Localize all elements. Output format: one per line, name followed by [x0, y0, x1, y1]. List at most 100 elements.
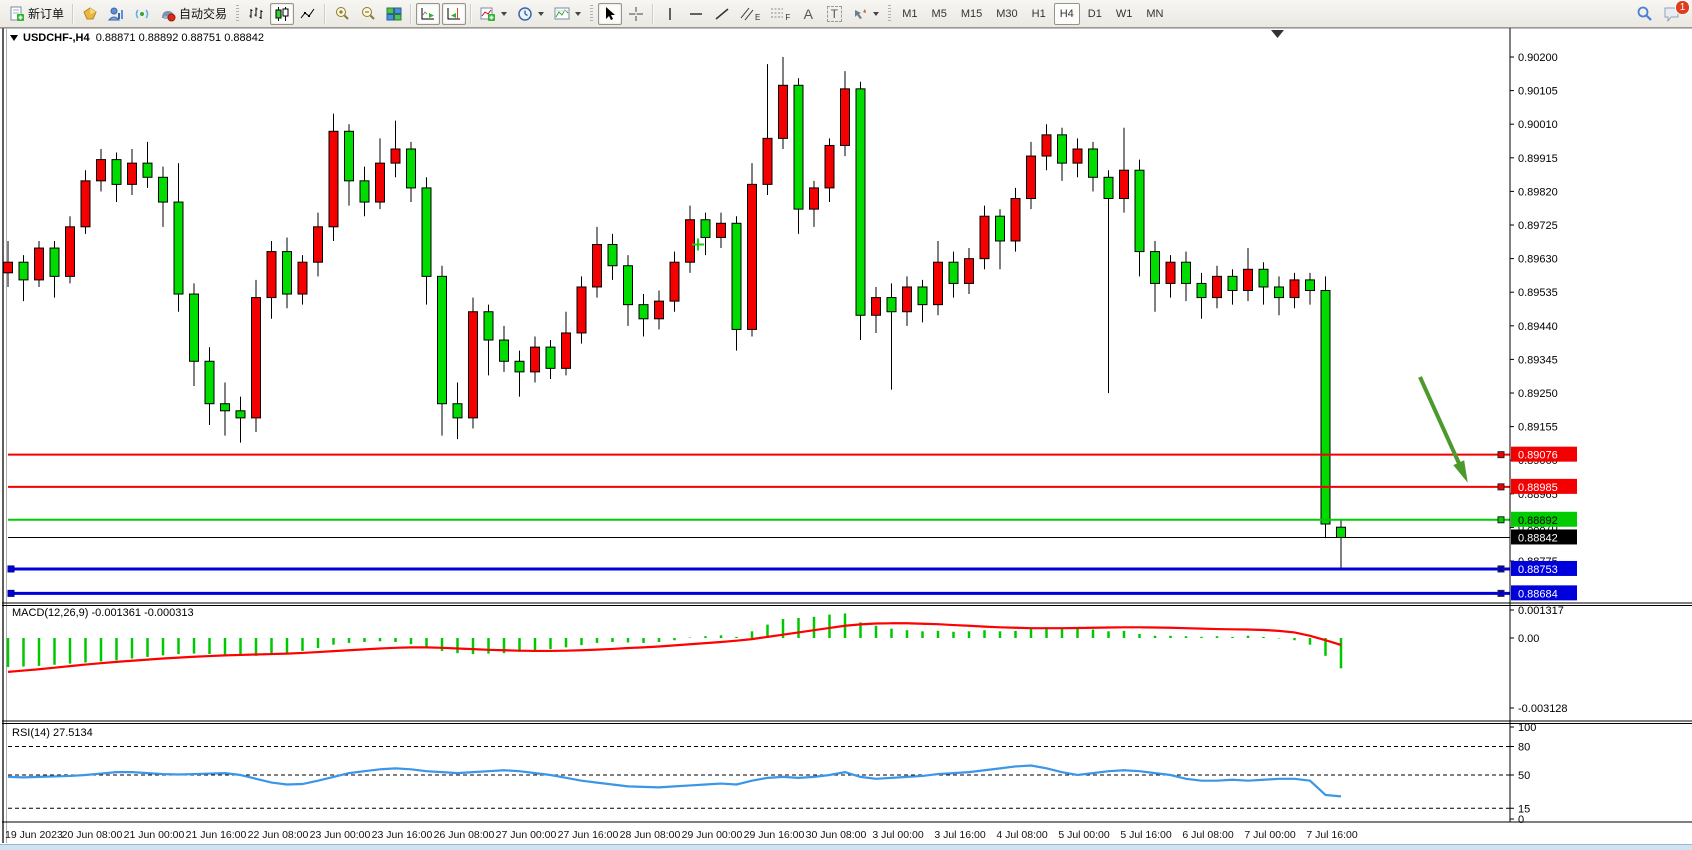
time-axis-label[interactable]: 28 Jun 08:00	[620, 829, 681, 841]
price-line-handle[interactable]	[8, 590, 14, 596]
line-chart-button[interactable]	[296, 3, 320, 25]
time-axis-label[interactable]: 7 Jul 16:00	[1306, 829, 1358, 841]
price-line-handle[interactable]	[1498, 566, 1504, 572]
time-axis-label[interactable]: 27 Jun 16:00	[558, 829, 619, 841]
candle	[1290, 280, 1299, 298]
time-axis-label[interactable]: 29 Jun 16:00	[744, 829, 805, 841]
zoom-in-button[interactable]	[330, 3, 354, 25]
fibonacci-tool-button[interactable]: F	[766, 3, 794, 25]
market-watch-button[interactable]	[104, 3, 128, 25]
zoom-out-button[interactable]	[356, 3, 380, 25]
time-axis-label[interactable]: 26 Jun 08:00	[434, 829, 495, 841]
auto-scroll-icon	[420, 6, 436, 22]
trendline-tool-button[interactable]	[710, 3, 734, 25]
chart-shift-button[interactable]	[442, 3, 466, 25]
chart-collapse-icon[interactable]	[10, 35, 18, 41]
time-axis-label[interactable]: 5 Jul 00:00	[1058, 829, 1110, 841]
time-axis-label[interactable]: 22 Jun 08:00	[248, 829, 309, 841]
timeframe-button-H1[interactable]: H1	[1026, 3, 1052, 25]
text-tool-button[interactable]: A	[796, 3, 820, 25]
toolbar-grip[interactable]	[236, 5, 239, 23]
time-axis-label[interactable]: 21 Jun 00:00	[124, 829, 185, 841]
crosshair-tool-button[interactable]	[624, 3, 648, 25]
toolbar-grip[interactable]	[888, 5, 891, 23]
candle	[1337, 527, 1346, 537]
price-line-handle[interactable]	[8, 566, 14, 572]
time-axis-label[interactable]: 27 Jun 00:00	[496, 829, 557, 841]
price-line-handle[interactable]	[1498, 590, 1504, 596]
indicators-button[interactable]	[476, 3, 511, 25]
candle	[1213, 276, 1222, 297]
text-tool-icon: A	[804, 6, 813, 22]
candle	[794, 85, 803, 209]
candle	[221, 404, 230, 411]
timeframe-button-W1[interactable]: W1	[1110, 3, 1139, 25]
autotrade-button[interactable]: 自动交易	[156, 3, 231, 25]
candle	[484, 312, 493, 340]
cursor-tool-button[interactable]	[598, 3, 622, 25]
candle	[1151, 252, 1160, 284]
timeframe-button-H4[interactable]: H4	[1054, 3, 1080, 25]
timeframe-button-M15[interactable]: M15	[955, 3, 988, 25]
time-axis-label[interactable]: 30 Jun 08:00	[806, 829, 867, 841]
candle	[624, 266, 633, 305]
new-order-icon	[9, 6, 25, 22]
candle	[841, 89, 850, 146]
horizontal-line-tool-button[interactable]	[684, 3, 708, 25]
price-line-handle[interactable]	[1498, 517, 1504, 523]
candle	[1197, 283, 1206, 297]
arrows-tool-button[interactable]	[848, 3, 883, 25]
time-axis-label[interactable]: 3 Jul 16:00	[934, 829, 986, 841]
candle	[531, 347, 540, 372]
tile-windows-button[interactable]	[382, 3, 406, 25]
time-axis-label[interactable]: 20 Jun 08:00	[62, 829, 123, 841]
time-axis-label[interactable]: 21 Jun 16:00	[186, 829, 247, 841]
rsi-axis-label: 0	[1518, 814, 1524, 826]
price-line-handle[interactable]	[1498, 452, 1504, 458]
time-axis-label[interactable]: 3 Jul 00:00	[872, 829, 924, 841]
templates-button[interactable]	[550, 3, 585, 25]
channel-tool-button[interactable]: E	[736, 3, 764, 25]
bar-chart-button[interactable]	[244, 3, 268, 25]
time-axis-label[interactable]: 6 Jul 08:00	[1182, 829, 1234, 841]
vertical-line-tool-button[interactable]	[658, 3, 682, 25]
candle	[283, 252, 292, 294]
candle	[1073, 149, 1082, 163]
notifications-button[interactable]: 1	[1659, 3, 1685, 25]
candle	[422, 188, 431, 276]
zoom-in-icon	[334, 6, 350, 22]
timeframe-button-M5[interactable]: M5	[926, 3, 953, 25]
signals-button[interactable]	[130, 3, 154, 25]
indicators-icon	[480, 6, 496, 22]
candlestick-chart-icon	[274, 6, 290, 22]
candle	[732, 223, 741, 329]
time-axis-label[interactable]: 29 Jun 00:00	[682, 829, 743, 841]
time-axis-label[interactable]: 7 Jul 00:00	[1244, 829, 1296, 841]
price-line-handle[interactable]	[1498, 484, 1504, 490]
time-axis-label[interactable]: 4 Jul 08:00	[996, 829, 1048, 841]
timeframe-button-M30[interactable]: M30	[990, 3, 1023, 25]
search-button[interactable]	[1632, 3, 1657, 25]
auto-scroll-button[interactable]	[416, 3, 440, 25]
deposit-button[interactable]	[78, 3, 102, 25]
timeframe-button-M1[interactable]: M1	[896, 3, 923, 25]
price-axis-label: 0.89345	[1518, 354, 1558, 366]
timeframe-button-MN[interactable]: MN	[1140, 3, 1169, 25]
candle	[996, 216, 1005, 241]
toolbar-grip[interactable]	[590, 5, 593, 23]
time-axis-label[interactable]: 19 Jun 2023	[5, 829, 63, 841]
timeframe-button-D1[interactable]: D1	[1082, 3, 1108, 25]
time-axis-label[interactable]: 23 Jun 00:00	[310, 829, 371, 841]
candle	[810, 188, 819, 209]
candle	[500, 340, 509, 361]
periods-button[interactable]	[513, 3, 548, 25]
new-order-button[interactable]: 新订单	[5, 3, 68, 25]
text-label-tool-button[interactable]: T	[822, 3, 846, 25]
candlestick-chart-button[interactable]	[270, 3, 294, 25]
candle	[143, 163, 152, 177]
text-label-icon: T	[827, 6, 842, 22]
arrows-caret-icon	[873, 12, 879, 16]
rsi-axis-label: 80	[1518, 742, 1530, 754]
time-axis-label[interactable]: 5 Jul 16:00	[1120, 829, 1172, 841]
time-axis-label[interactable]: 23 Jun 16:00	[372, 829, 433, 841]
